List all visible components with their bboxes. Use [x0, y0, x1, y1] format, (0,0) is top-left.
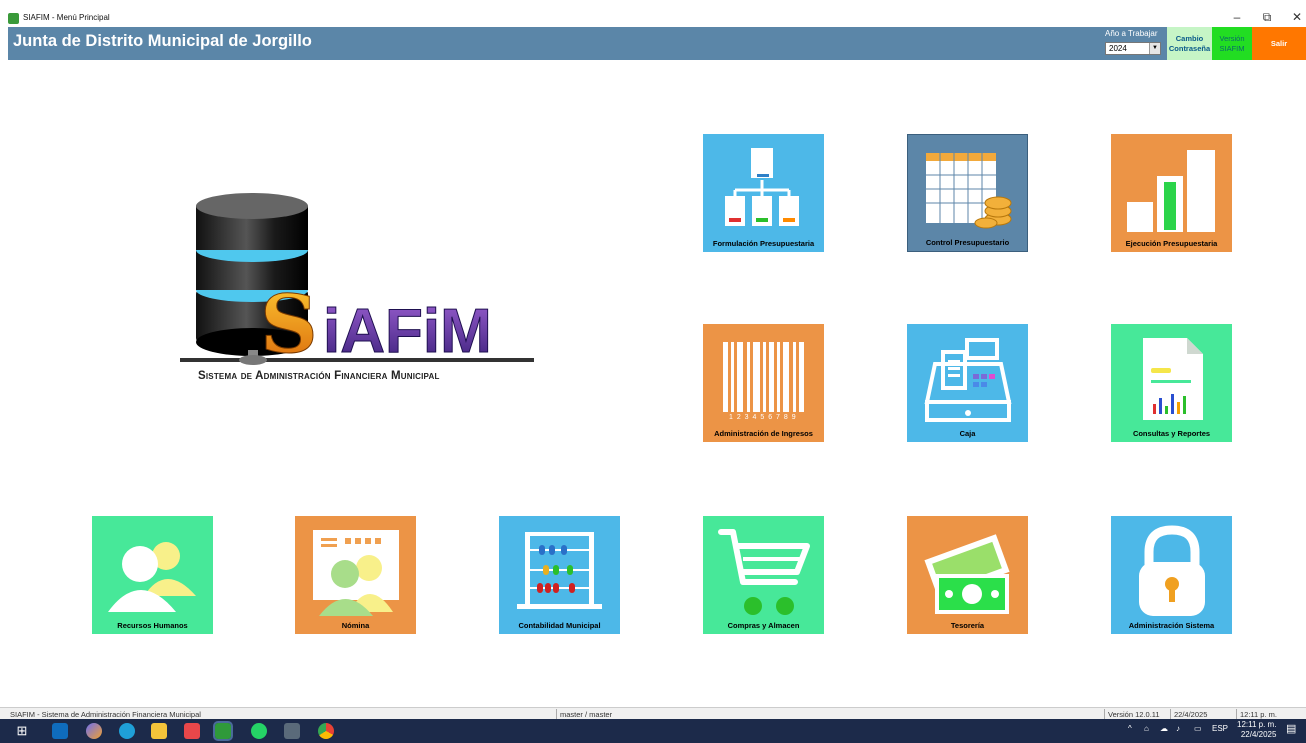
- window-title: SIAFIM - Menú Principal: [23, 13, 110, 22]
- status-divider: [556, 709, 557, 719]
- copilot-icon[interactable]: [86, 723, 102, 739]
- module-label: Caja: [959, 429, 976, 438]
- version-line2: SIAFIM: [1219, 43, 1245, 53]
- module-label: Tesorería: [950, 621, 985, 630]
- module-consultas-reportes[interactable]: Consultas y Reportes: [1111, 324, 1232, 442]
- module-compras-almacen[interactable]: Compras y Almacen: [703, 516, 824, 634]
- tray-time: 12:11 p. m.: [1237, 720, 1277, 729]
- status-user: master / master: [560, 710, 613, 719]
- org-chart-icon: [725, 148, 799, 226]
- window-titlebar: SIAFIM - Menú Principal – ⧉ ✕: [0, 0, 1306, 27]
- svg-text:iAFiM: iAFiM: [323, 297, 492, 366]
- bar-chart-icon: [1127, 150, 1215, 232]
- windows-start-icon[interactable]: ⊞: [14, 723, 30, 739]
- chrome-icon[interactable]: [318, 723, 334, 739]
- calculator-icon[interactable]: [284, 723, 300, 739]
- file-explorer-icon[interactable]: [151, 723, 167, 739]
- module-label: Administración Sistema: [1128, 621, 1215, 630]
- status-version: Versión 12.0.11: [1108, 710, 1160, 719]
- year-select[interactable]: 2024 ▼: [1105, 42, 1161, 55]
- whatsapp-icon[interactable]: [251, 723, 267, 739]
- year-label: Año a Trabajar: [1105, 29, 1158, 38]
- barcode-digits: 1 2 3 4 5 6 7 8 9: [729, 414, 797, 421]
- status-divider: [1236, 709, 1237, 719]
- edge-icon[interactable]: [119, 723, 135, 739]
- status-bar: SIAFIM - Sistema de Administración Finan…: [0, 707, 1306, 719]
- notification-icon[interactable]: ▤: [1286, 722, 1296, 735]
- tray-clock[interactable]: 12:11 p. m. 22/4/2025: [1237, 720, 1276, 740]
- logo-subtitle: Sistema de Administración Financiera Mun…: [198, 370, 440, 382]
- anydesk-icon[interactable]: [184, 723, 200, 739]
- status-time: 12:11 p. m.: [1240, 710, 1277, 719]
- people-icon: [108, 542, 196, 612]
- module-administracion-sistema[interactable]: Administración Sistema: [1111, 516, 1232, 634]
- close-icon[interactable]: ✕: [1287, 10, 1306, 24]
- module-label: Ejecución Presupuestaria: [1125, 239, 1218, 248]
- module-control-presupuestario[interactable]: Control Presupuestario: [907, 134, 1028, 252]
- change-password-line1: Cambio: [1175, 33, 1204, 43]
- siafim-taskbar-icon[interactable]: [213, 721, 233, 741]
- module-label: Consultas y Reportes: [1132, 429, 1211, 438]
- module-ejecucion-presupuestaria[interactable]: Ejecución Presupuestaria: [1111, 134, 1232, 252]
- shopping-cart-icon: [718, 529, 810, 615]
- module-label: Administración de Ingresos: [714, 429, 813, 438]
- module-tesoreria[interactable]: Tesorería: [907, 516, 1028, 634]
- status-divider: [1104, 709, 1105, 719]
- module-label: Compras y Almacen: [727, 621, 800, 630]
- windows-taskbar: ⊞ ^ ⌂ ☁ ♪ ▭ ESP 12:11 p. m. 22/4/2025 ▤: [0, 719, 1306, 743]
- status-divider: [1170, 709, 1171, 719]
- module-label: Formulación Presupuestaria: [712, 239, 815, 248]
- module-label: Contabilidad Municipal: [518, 621, 601, 630]
- payroll-icon: [313, 530, 399, 616]
- module-caja[interactable]: Caja: [907, 324, 1028, 442]
- status-date: 22/4/2025: [1174, 710, 1208, 719]
- exit-label: Salir: [1270, 38, 1288, 48]
- version-line1: Versión: [1219, 33, 1245, 43]
- tray-cloud-icon[interactable]: ☁: [1160, 724, 1168, 733]
- year-selector-group: Año a Trabajar 2024 ▼: [1104, 29, 1164, 59]
- module-formulacion-presupuestaria[interactable]: Formulación Presupuestaria: [703, 134, 824, 252]
- abacus-icon: [517, 532, 602, 609]
- siafim-logo: S iAFiM Sistema de Administración Financ…: [178, 190, 538, 390]
- module-label: Control Presupuestario: [925, 238, 1010, 247]
- outlook-icon[interactable]: [52, 723, 68, 739]
- svg-text:S: S: [260, 277, 318, 371]
- change-password-button[interactable]: Cambio Contraseña: [1167, 27, 1212, 60]
- tray-network-icon[interactable]: ⌂: [1144, 724, 1149, 733]
- report-document-icon: [1143, 338, 1203, 420]
- tray-date: 22/4/2025: [1240, 730, 1277, 739]
- tray-language[interactable]: ESP: [1212, 724, 1228, 733]
- change-password-line2: Contraseña: [1168, 43, 1211, 53]
- module-label: Recursos Humanos: [117, 621, 188, 630]
- module-label: Nómina: [341, 621, 370, 630]
- module-nomina[interactable]: Nómina: [295, 516, 416, 634]
- chevron-down-icon[interactable]: ▼: [1149, 43, 1160, 54]
- module-administracion-ingresos[interactable]: 1 2 3 4 5 6 7 8 9 Administración de Ingr…: [703, 324, 824, 442]
- money-icon: [924, 534, 1010, 614]
- cash-register-icon: [924, 338, 1012, 422]
- module-contabilidad-municipal[interactable]: Contabilidad Municipal: [499, 516, 620, 634]
- app-icon: [8, 13, 19, 24]
- database-logo-icon: S iAFiM: [180, 193, 534, 372]
- tray-display-icon[interactable]: ▭: [1194, 724, 1202, 733]
- restore-icon[interactable]: ⧉: [1257, 10, 1277, 25]
- year-value: 2024: [1109, 44, 1127, 53]
- module-recursos-humanos[interactable]: Recursos Humanos: [92, 516, 213, 634]
- tray-volume-icon[interactable]: ♪: [1176, 724, 1180, 733]
- minimize-icon[interactable]: –: [1227, 10, 1247, 24]
- spreadsheet-coins-icon: [926, 153, 1012, 229]
- padlock-icon: [1139, 525, 1205, 616]
- status-app: SIAFIM - Sistema de Administración Finan…: [10, 710, 201, 719]
- exit-button[interactable]: Salir: [1252, 27, 1306, 60]
- barcode-icon: [723, 342, 804, 412]
- tray-chevron-icon[interactable]: ^: [1128, 724, 1132, 733]
- app-header: Junta de Distrito Municipal de Jorgillo …: [8, 27, 1306, 60]
- version-button[interactable]: Versión SIAFIM: [1212, 27, 1252, 60]
- organization-name: Junta de Distrito Municipal de Jorgillo: [13, 32, 312, 50]
